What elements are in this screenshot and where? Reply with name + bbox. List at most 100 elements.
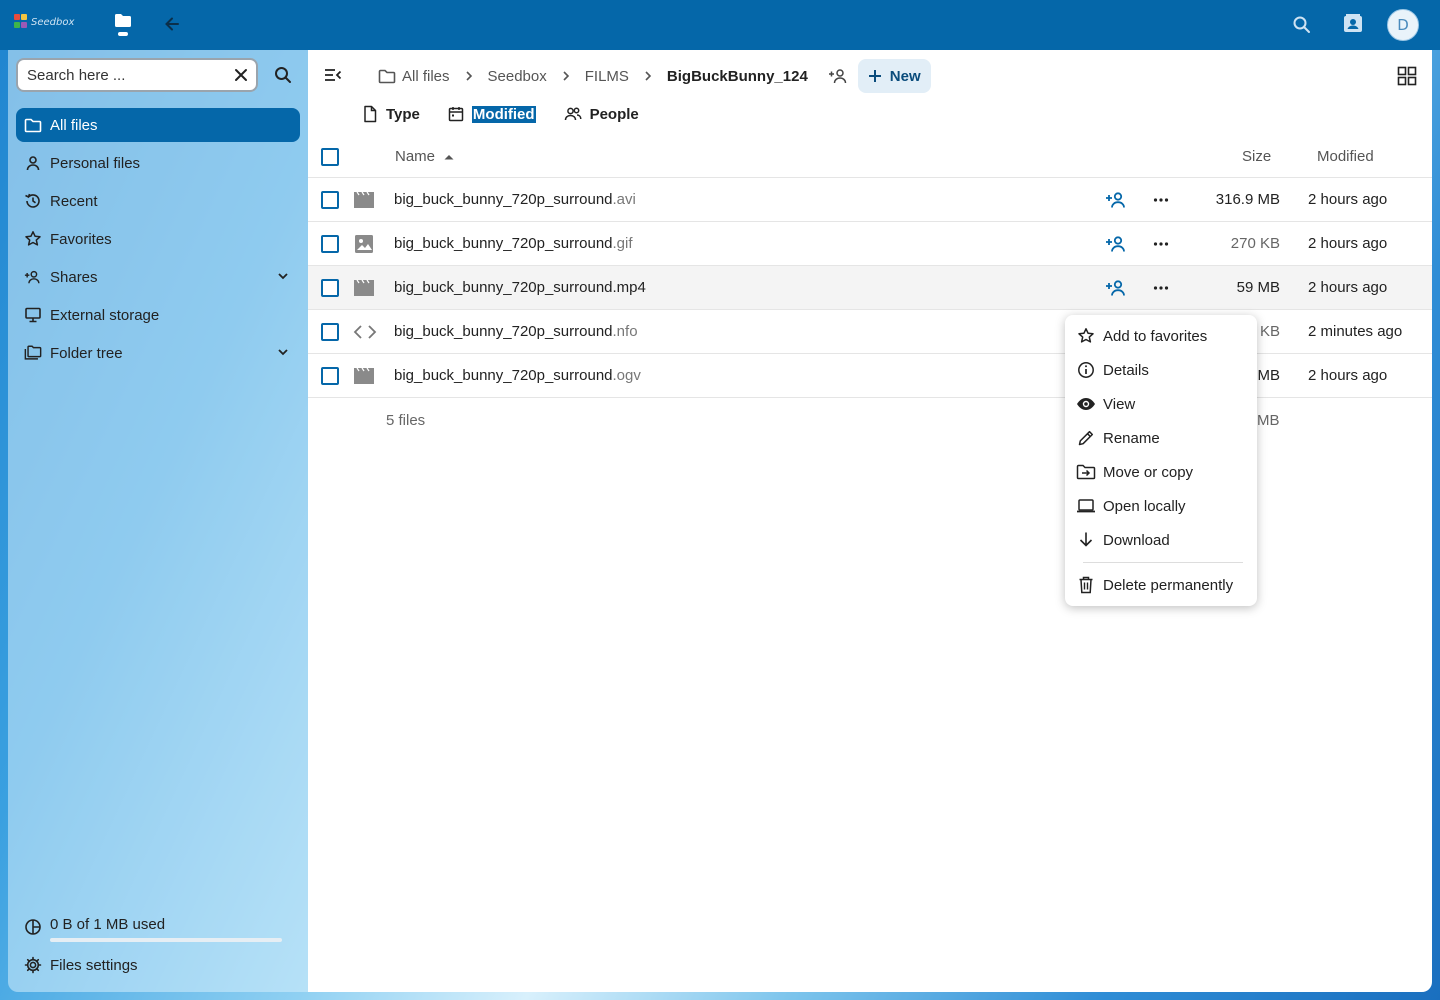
actions-menu-button[interactable] (1152, 279, 1170, 301)
files-app-button[interactable] (111, 13, 135, 43)
menu-item-label: Download (1103, 531, 1170, 549)
table-header: Name Size Modified (308, 138, 1432, 178)
filter-bar: Type Modified People (362, 105, 667, 123)
row-checkbox[interactable] (321, 367, 339, 385)
folder-icon (378, 69, 396, 83)
file-extension: .avi (612, 191, 636, 208)
history-icon (24, 192, 42, 210)
select-all-checkbox[interactable] (321, 148, 339, 166)
breadcrumb-films[interactable]: FILMS (585, 68, 629, 85)
sidebar-search-input[interactable]: Search here ... (16, 58, 258, 92)
sidebar-item-label: Favorites (50, 230, 112, 248)
back-button[interactable] (162, 14, 182, 38)
file-name[interactable]: big_buck_bunny_720p_surround.ogv (394, 367, 641, 384)
sidebar-item-label: Shares (50, 268, 98, 286)
sidebar-item-all-files[interactable]: All files (16, 108, 300, 142)
star-icon (1076, 326, 1096, 346)
breadcrumb-label: All files (402, 67, 450, 85)
actions-menu-button[interactable] (1152, 191, 1170, 213)
actions-menu-button[interactable] (1152, 235, 1170, 257)
menu-item-add-to-favorites[interactable]: Add to favorites (1065, 319, 1257, 353)
file-extension: .gif (612, 235, 633, 252)
menu-item-rename[interactable]: Rename (1065, 421, 1257, 455)
sidebar-item-favorites[interactable]: Favorites (16, 222, 300, 256)
user-avatar[interactable]: D (1387, 9, 1419, 41)
sort-ascending-icon (444, 154, 454, 159)
sidebar-nav: All files Personal files Recent Favorite… (16, 108, 300, 374)
row-checkbox[interactable] (321, 279, 339, 297)
table-row[interactable]: big_buck_bunny_720p_surround.gif 270 KB … (308, 222, 1432, 266)
share-folder-button[interactable] (828, 68, 848, 84)
contacts-button[interactable] (1342, 13, 1364, 39)
column-header-modified[interactable]: Modified (1317, 148, 1374, 165)
sidebar-item-personal-files[interactable]: Personal files (16, 146, 300, 180)
sidebar-item-recent[interactable]: Recent (16, 184, 300, 218)
breadcrumb-seedbox[interactable]: Seedbox (488, 68, 547, 85)
quota-text: 0 B of 1 MB used (50, 916, 166, 933)
menu-item-label: Rename (1103, 429, 1160, 447)
filter-modified[interactable]: Modified (448, 105, 536, 123)
file-name[interactable]: big_buck_bunny_720p_surround.avi (394, 191, 636, 208)
menu-divider (1083, 562, 1243, 563)
file-size: 59 MB (1236, 279, 1280, 296)
column-header-name[interactable]: Name (395, 148, 455, 165)
breadcrumb-all-files[interactable]: All files (378, 68, 450, 85)
video-icon (353, 190, 375, 214)
column-header-size[interactable]: Size (1242, 148, 1271, 165)
sidebar-item-label: Folder tree (50, 344, 123, 362)
unified-search-button[interactable] (1292, 15, 1312, 39)
file-modified: 2 hours ago (1308, 279, 1388, 296)
menu-item-open-locally[interactable]: Open locally (1065, 489, 1257, 523)
file-extension: .ogv (612, 367, 641, 384)
sidebar-search-button[interactable] (274, 66, 292, 88)
chevron-down-icon[interactable] (276, 345, 290, 363)
menu-item-download[interactable]: Download (1065, 523, 1257, 557)
files-settings-button[interactable]: Files settings (24, 956, 138, 974)
table-row[interactable]: big_buck_bunny_720p_surround.mp4 59 MB 2… (308, 266, 1432, 310)
filter-type[interactable]: Type (362, 105, 420, 123)
active-app-indicator (118, 32, 128, 36)
breadcrumb-current-folder[interactable]: BigBuckBunny_124 (667, 68, 808, 85)
chevron-down-icon[interactable] (276, 269, 290, 287)
menu-item-view[interactable]: View (1065, 387, 1257, 421)
toggle-navigation-button[interactable] (324, 66, 342, 88)
total-size-summary: MB (1257, 412, 1280, 429)
share-button[interactable] (1105, 279, 1127, 301)
menu-item-move-or-copy[interactable]: Move or copy (1065, 455, 1257, 489)
share-button[interactable] (1105, 191, 1127, 213)
table-row[interactable]: big_buck_bunny_720p_surround.ogv MB 2 ho… (308, 354, 1432, 398)
table-row[interactable]: big_buck_bunny_720p_surround.avi 316.9 M… (308, 178, 1432, 222)
star-icon (24, 230, 42, 248)
account-plus-icon (1106, 192, 1125, 208)
laptop-icon (1076, 496, 1096, 516)
logo[interactable]: Seedbox (14, 14, 74, 30)
file-name[interactable]: big_buck_bunny_720p_surround.mp4 (394, 279, 646, 296)
row-checkbox[interactable] (321, 235, 339, 253)
sidebar-item-external-storage[interactable]: External storage (16, 298, 300, 332)
new-button[interactable]: New (857, 59, 931, 93)
file-basename: big_buck_bunny_720p_surround (394, 367, 613, 384)
file-list: big_buck_bunny_720p_surround.avi 316.9 M… (308, 178, 1432, 398)
sidebar-item-label: All files (50, 116, 98, 134)
menu-item-delete-permanently[interactable]: Delete permanently (1065, 568, 1257, 602)
menu-item-label: Move or copy (1103, 463, 1194, 481)
sidebar-item-folder-tree[interactable]: Folder tree (16, 336, 300, 370)
navigation-sidebar: Search here ... All files Personal files… (8, 50, 308, 992)
menu-item-label: Open locally (1103, 497, 1186, 515)
file-name[interactable]: big_buck_bunny_720p_surround.gif (394, 235, 633, 252)
account-plus-icon (1106, 236, 1125, 252)
filter-label: People (589, 105, 639, 123)
filter-people[interactable]: People (564, 106, 639, 123)
menu-item-details[interactable]: Details (1065, 353, 1257, 387)
dots-horizontal-icon (1153, 198, 1169, 202)
grid-view-toggle[interactable] (1397, 66, 1417, 90)
folder-move-icon (1076, 462, 1096, 482)
row-checkbox[interactable] (321, 191, 339, 209)
sidebar-item-shares[interactable]: Shares (16, 260, 300, 294)
file-name[interactable]: big_buck_bunny_720p_surround.nfo (394, 323, 638, 340)
table-row[interactable]: big_buck_bunny_720p_surround.nfo KB 2 mi… (308, 310, 1432, 354)
share-button[interactable] (1105, 235, 1127, 257)
row-checkbox[interactable] (321, 323, 339, 341)
clear-search-button[interactable] (233, 67, 249, 87)
pencil-icon (1076, 428, 1096, 448)
